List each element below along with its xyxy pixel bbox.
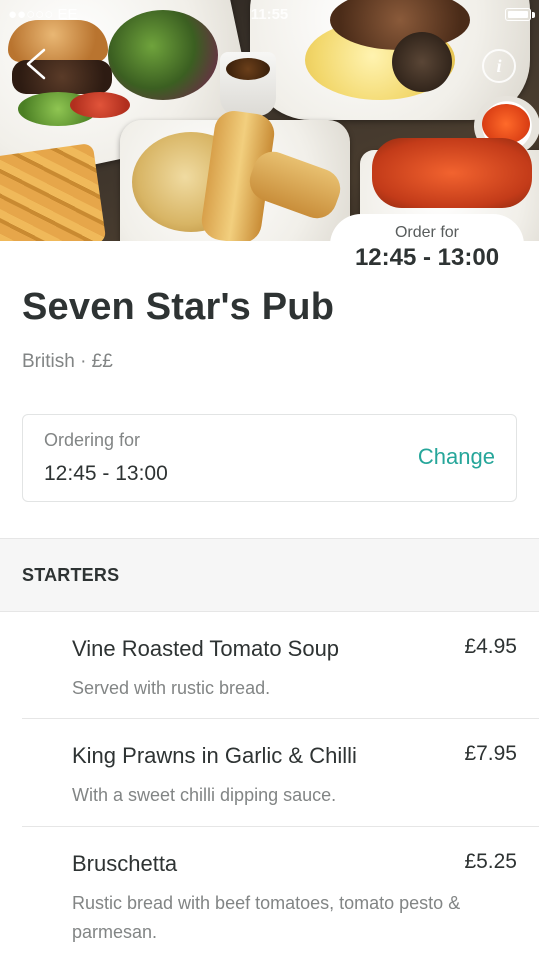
hero-image <box>0 0 539 241</box>
ordering-for-time: 12:45 - 13:00 <box>44 462 168 485</box>
menu-item-description: Served with rustic bread. <box>72 678 271 698</box>
menu-item-name: Vine Roasted Tomato Soup <box>72 636 340 661</box>
info-button[interactable]: i <box>482 49 516 83</box>
menu-item[interactable]: King Prawns in Garlic & Chilli £7.95 Wit… <box>22 719 539 827</box>
change-button[interactable]: Change <box>418 444 495 470</box>
order-for-time: 12:45 - 13:00 <box>354 244 500 271</box>
menu-item[interactable]: Vine Roasted Tomato Soup £4.95 Served wi… <box>22 612 539 719</box>
tomato-slice <box>70 92 130 118</box>
order-for-pill: Order for 12:45 - 13:00 <box>330 214 524 276</box>
roast-onion <box>392 32 452 92</box>
menu-item-name: King Prawns in Garlic & Chilli <box>72 743 357 768</box>
back-button[interactable] <box>18 44 58 84</box>
king-prawns <box>372 138 532 208</box>
menu-item[interactable]: Bruschetta £5.25 Rustic bread with beef … <box>22 827 539 960</box>
ordering-for-label: Ordering for <box>44 430 141 450</box>
gravy <box>226 58 270 80</box>
status-time: 11:55 <box>250 6 289 23</box>
info-icon: i <box>496 56 502 76</box>
menu-item-price: £7.95 <box>464 742 517 765</box>
menu-item-name: Bruschetta <box>72 851 178 876</box>
ordering-time-card[interactable]: Ordering for 12:45 - 13:00 Change <box>22 414 517 502</box>
battery-nub <box>532 12 535 18</box>
restaurant-name: Seven Star's Pub <box>22 286 335 328</box>
menu-item-price: £4.95 <box>464 635 517 658</box>
menu-item-price: £5.25 <box>464 850 517 873</box>
battery-icon <box>505 8 531 21</box>
fries <box>0 142 107 241</box>
order-for-label: Order for <box>394 224 459 241</box>
back-arrow-icon <box>26 48 46 80</box>
status-bar: ●●○○○ EE 11:55 <box>0 0 539 30</box>
restaurant-meta: British · ££ <box>22 351 113 372</box>
section-title: STARTERS <box>22 565 120 585</box>
menu-item-description: Rustic bread with beef tomatoes, tomato … <box>72 893 461 942</box>
menu-item-description: With a sweet chilli dipping sauce. <box>72 785 337 805</box>
section-header-starters: STARTERS <box>0 538 539 612</box>
